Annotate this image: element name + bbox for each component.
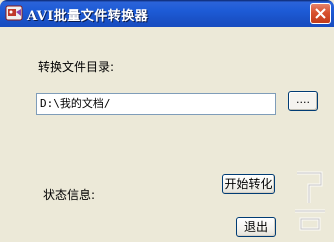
browse-button[interactable]: .... <box>288 91 318 111</box>
exit-button[interactable]: 退出 <box>236 217 276 237</box>
window-title: AVI批量文件转换器 <box>27 9 149 24</box>
title-bar[interactable]: AVI批量文件转换器 <box>0 0 334 27</box>
close-button[interactable] <box>310 3 331 24</box>
directory-input[interactable]: D:\我的文档/ <box>36 93 276 115</box>
directory-label: 转换文件目录: <box>38 60 115 74</box>
start-convert-button[interactable]: 开始转化 <box>222 174 275 194</box>
app-window: AVI批量文件转换器 转换文件目录: D:\我的文档/ .... 开始转化 状态… <box>0 0 334 242</box>
close-icon <box>315 8 326 19</box>
watermark-logo <box>295 171 325 231</box>
status-label: 状态信息: <box>43 188 96 202</box>
video-camera-icon[interactable] <box>5 4 23 22</box>
